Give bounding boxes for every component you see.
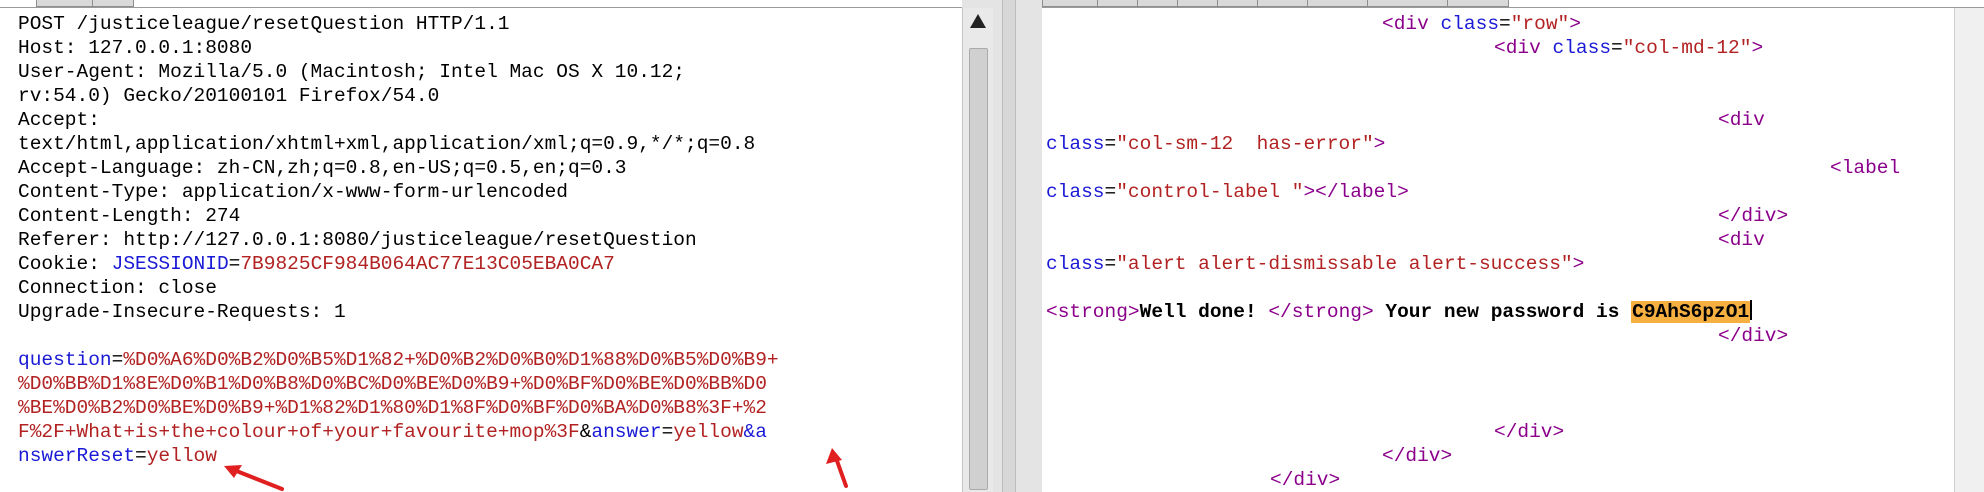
header-user-agent: User-Agent: Mozilla/5.0 (Macintosh; Inte… [18,61,686,83]
header-connection: Connection: close [18,277,217,299]
response-div-open-2: <div [1718,229,1765,251]
body-line-5: nswerReset=yellow [18,445,217,467]
request-scrollbar[interactable] [962,8,993,492]
scroll-up-arrow-icon[interactable] [970,14,986,28]
response-label-open: <label [1830,157,1901,179]
param-question-key: question [18,349,112,371]
header-content-type: Content-Type: application/x-www-form-url… [18,181,568,203]
request-tab-strip [0,0,962,8]
text-caret [1750,300,1753,320]
header-user-agent-cont: rv:54.0) Gecko/20100101 Firefox/54.0 [18,85,440,107]
response-tab[interactable] [1217,0,1259,7]
response-control-label: class="control-label "></label> [1046,181,1409,203]
response-success-message: <strong>Well done! </strong> Your new pa… [1046,300,1753,324]
response-tab[interactable] [1137,0,1179,7]
param-answer-value: yellow [673,421,744,443]
response-tab[interactable] [1097,0,1139,7]
scrollbar-thumb[interactable] [969,48,988,490]
cookie-value: 7B9825CF984B064AC77E13C05EBA0CA7 [240,253,615,275]
response-tab[interactable] [1307,0,1369,7]
response-alert-class: class="alert alert-dismissable alert-suc… [1046,253,1585,275]
response-div-col: <div class="col-md-12"> [1494,37,1764,59]
response-tab-strip [1042,0,1984,8]
annotation-arrow-icon [224,465,284,491]
header-cookie: Cookie: JSESSIONID=7B9825CF984B064AC77E1… [18,253,615,275]
body-line-4: F%2F+What+is+the+colour+of+your+favourit… [18,421,767,443]
response-tab[interactable] [1447,0,1509,7]
body-line-3: %BE%D0%B2%D0%BE%D0%B9+%D1%82%D1%80%D1%8F… [18,397,767,419]
new-password-highlight[interactable]: C9AhS6pzO1 [1631,301,1751,323]
header-accept-language: Accept-Language: zh-CN,zh;q=0.8,en-US;q=… [18,157,627,179]
response-tab[interactable] [1257,0,1309,7]
header-accept: Accept: [18,109,100,131]
header-upgrade: Upgrade-Insecure-Requests: 1 [18,301,346,323]
header-host: Host: 127.0.0.1:8080 [18,37,253,59]
header-accept-value: text/html,application/xhtml+xml,applicat… [18,133,756,155]
body-line-1: question=%D0%A6%D0%B2%D0%B5%D1%82+%D0%B2… [18,349,779,371]
response-tab[interactable] [1367,0,1449,7]
request-tab[interactable] [92,0,134,7]
pane-splitter[interactable] [1002,0,1016,492]
header-referer: Referer: http://127.0.0.1:8080/justicele… [18,229,697,251]
well-done-text: Well done! [1139,301,1269,323]
response-tab[interactable] [1177,0,1219,7]
param-answer-reset-value: yellow [146,445,217,467]
header-content-length: Content-Length: 274 [18,205,241,227]
response-div-close-3: </div> [1494,421,1565,443]
response-scrollbar[interactable] [1954,8,1984,492]
response-div-close: </div> [1718,205,1789,227]
response-div-row: <div class="row"> [1382,13,1581,35]
response-div-close-5: </div> [1270,469,1341,491]
response-tab[interactable] [1042,0,1099,7]
cookie-key: JSESSIONID [111,253,229,275]
request-tab[interactable] [36,0,94,7]
request-line: POST /justiceleague/resetQuestion HTTP/1… [18,13,510,35]
request-pane[interactable]: POST /justiceleague/resetQuestion HTTP/1… [0,0,962,492]
response-has-error: class="col-sm-12 has-error"> [1046,133,1386,155]
response-div-close-2: </div> [1718,325,1789,347]
param-answer-reset-key: nswerReset [18,445,136,467]
response-pane[interactable]: <div class="row"> <div class="col-md-12"… [1042,0,1984,492]
annotation-arrow-icon [826,448,848,488]
body-line-2: %D0%BB%D1%8E%D0%B1%D0%B8%D0%BC%D0%BE%D0%… [18,373,767,395]
param-answer-key: answer [591,421,662,443]
response-div-close-4: </div> [1382,445,1453,467]
response-div-open: <div [1718,109,1765,131]
